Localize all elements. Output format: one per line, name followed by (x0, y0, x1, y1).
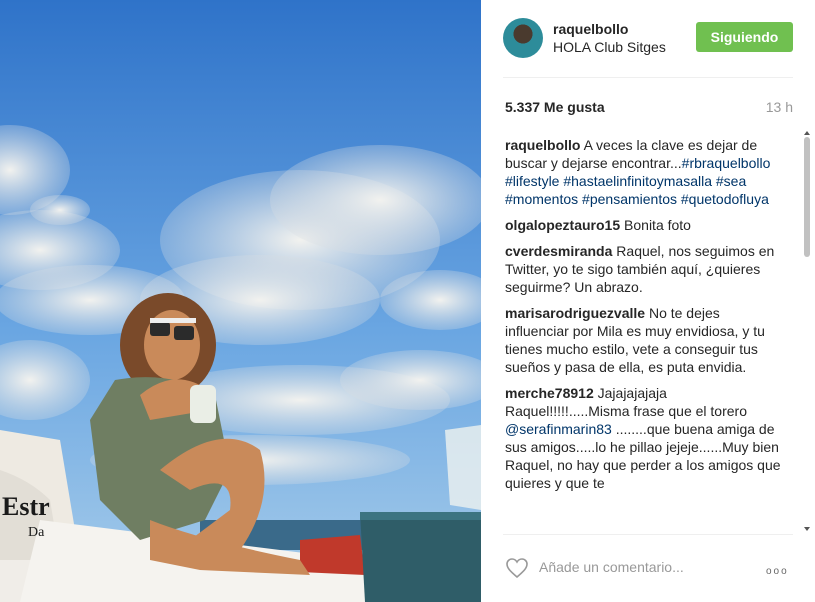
comment-input[interactable] (539, 556, 739, 578)
footer-divider (503, 534, 793, 535)
hashtag[interactable]: #quetodofluya (681, 191, 769, 207)
scroll-down-arrow-icon[interactable] (804, 527, 810, 531)
likes-count[interactable]: 5.337 Me gusta (505, 99, 605, 115)
comment-username[interactable]: marisarodriguezvalle (505, 305, 645, 321)
hashtag[interactable]: #pensamientos (582, 191, 677, 207)
user-mention[interactable]: @serafinmarin83 (505, 421, 612, 437)
header-divider (503, 77, 793, 78)
hashtag[interactable]: #rbraquelbollo (682, 155, 771, 171)
comment-item: merche78912 Jajajajajaja Raquel!!!!!....… (505, 384, 781, 492)
scroll-thumb[interactable] (804, 137, 810, 257)
comment-item: cverdesmiranda Raquel, nos seguimos en T… (505, 242, 781, 296)
header-location[interactable]: HOLA Club Sitges (553, 39, 666, 55)
more-options-icon[interactable]: ooo (766, 566, 789, 577)
header-username[interactable]: raquelbollo (553, 21, 628, 37)
post-panel: raquelbollo HOLA Club Sitges Siguiendo 5… (481, 0, 815, 602)
avatar[interactable] (503, 18, 543, 58)
comment-username[interactable]: olgalopeztauro15 (505, 217, 620, 233)
caption-username[interactable]: raquelbollo (505, 137, 580, 153)
comment-item: marisarodriguezvalle No te dejes influen… (505, 304, 781, 376)
post-time[interactable]: 13 h (766, 99, 793, 115)
comments-scrollbar[interactable] (804, 131, 812, 531)
heart-icon[interactable] (505, 557, 529, 579)
comment-username[interactable]: cverdesmiranda (505, 243, 612, 259)
cushion-sub-text: Da (28, 525, 45, 540)
comment-item: olgalopeztauro15 Bonita foto (505, 216, 781, 234)
hashtag[interactable]: #momentos (505, 191, 578, 207)
comment-text: Bonita foto (624, 217, 691, 233)
hashtag[interactable]: #lifestyle (505, 173, 559, 189)
hashtag[interactable]: #hastaelinfinitoymasalla (563, 173, 712, 189)
post-header: raquelbollo HOLA Club Sitges Siguiendo (503, 18, 793, 60)
comments-list: raquelbollo A veces la clave es dejar de… (505, 136, 781, 532)
caption: raquelbollo A veces la clave es dejar de… (505, 136, 781, 208)
comment-username[interactable]: merche78912 (505, 385, 594, 401)
scroll-up-arrow-icon[interactable] (804, 131, 810, 135)
cushion-logo-text: Estr (2, 492, 50, 521)
post-photo[interactable]: Estr Da (0, 0, 481, 602)
follow-button[interactable]: Siguiendo (696, 22, 793, 52)
hashtag[interactable]: #sea (716, 173, 746, 189)
